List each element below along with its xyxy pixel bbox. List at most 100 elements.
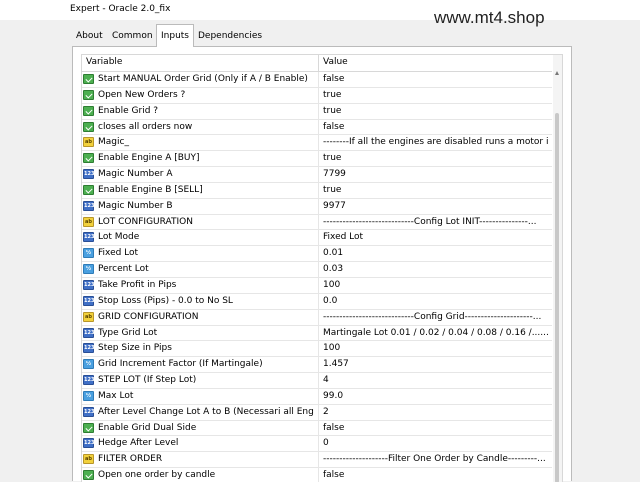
vertical-scrollbar[interactable] bbox=[553, 55, 562, 482]
table-row[interactable]: ab FILTER ORDER --------------------Filter… bbox=[82, 452, 552, 469]
column-header-value[interactable]: Value bbox=[323, 57, 348, 67]
value-cell[interactable]: 7799 bbox=[323, 169, 549, 179]
table-row[interactable]: ½ Fixed Lot 0.01 bbox=[82, 246, 552, 263]
variable-name: Start MANUAL Order Grid (Only if A / B E… bbox=[98, 74, 308, 84]
value-cell[interactable]: ----------------------------Config Lot I… bbox=[323, 217, 549, 227]
table-body: Start MANUAL Order Grid (Only if A / B E… bbox=[82, 72, 552, 482]
variable-name: Enable Engine A [BUY] bbox=[98, 153, 200, 164]
inputs-table: Variable Value Start MANUAL Order Grid (… bbox=[81, 54, 563, 482]
integer-type-icon: 123 bbox=[83, 343, 95, 354]
table-row[interactable]: ½ Percent Lot 0.03 bbox=[82, 262, 552, 278]
table-row[interactable]: ab LOT CONFIGURATION ---------------------… bbox=[82, 214, 552, 231]
value-cell[interactable]: ----------------------------Config Grid-… bbox=[323, 312, 549, 322]
integer-type-icon: 123 bbox=[83, 327, 95, 338]
value-cell[interactable]: 99.0 bbox=[323, 391, 549, 401]
value-cell[interactable]: 0.0 bbox=[323, 296, 549, 306]
value-cell[interactable]: false bbox=[323, 423, 549, 433]
value-cell[interactable]: 100 bbox=[323, 280, 549, 290]
cell-divider bbox=[318, 182, 319, 198]
value-cell[interactable]: false bbox=[323, 122, 549, 132]
table-row[interactable]: Enable Grid ? true bbox=[82, 103, 552, 120]
value-cell[interactable]: 9977 bbox=[323, 201, 549, 211]
value-cell[interactable]: 0 bbox=[323, 438, 549, 448]
tab-inputs[interactable]: Inputs bbox=[156, 24, 194, 47]
table-row[interactable]: Start MANUAL Order Grid (Only if A / B E… bbox=[82, 72, 552, 88]
integer-type-icon: 123 bbox=[83, 438, 95, 449]
value-cell[interactable]: 0.01 bbox=[323, 248, 549, 258]
cell-divider bbox=[318, 357, 319, 373]
value-cell[interactable]: true bbox=[323, 106, 549, 116]
cell-divider bbox=[318, 246, 319, 262]
variable-name: Magic Number A bbox=[98, 169, 173, 180]
table-row[interactable]: 123 Stop Loss (Pips) - 0.0 to No SL 0.0 bbox=[82, 293, 552, 310]
tab-dependencies[interactable]: Dependencies bbox=[194, 26, 266, 46]
cell-divider bbox=[318, 72, 319, 87]
table-row[interactable]: Open New Orders ? true bbox=[82, 87, 552, 104]
cell-divider bbox=[318, 452, 319, 468]
table-row[interactable]: 123 Step Size in Pips 100 bbox=[82, 341, 552, 358]
table-header: Variable Value bbox=[82, 55, 552, 72]
variable-name: After Level Change Lot A to B (Necessari… bbox=[98, 406, 314, 417]
value-cell[interactable]: 100 bbox=[323, 343, 549, 353]
boolean-type-icon bbox=[83, 105, 94, 116]
boolean-type-icon bbox=[83, 470, 94, 481]
table-row[interactable]: ½ Grid Increment Factor (If Martingale) 1.… bbox=[82, 357, 552, 374]
table-row[interactable]: Enable Engine B [SELL] true bbox=[82, 182, 552, 199]
table-row[interactable]: closes all orders now false bbox=[82, 119, 552, 136]
double-type-icon: ½ bbox=[83, 248, 94, 259]
integer-type-icon: 123 bbox=[83, 375, 95, 386]
double-type-icon: ½ bbox=[83, 390, 94, 401]
table-row[interactable]: 123 STEP LOT (If Step Lot) 4 bbox=[82, 373, 552, 389]
value-cell[interactable]: Fixed Lot bbox=[323, 232, 549, 242]
value-cell[interactable]: 0.03 bbox=[323, 264, 549, 274]
value-cell[interactable]: 2 bbox=[323, 407, 549, 417]
tab-common[interactable]: Common bbox=[108, 26, 157, 46]
cell-divider bbox=[318, 119, 319, 135]
boolean-type-icon bbox=[83, 89, 94, 100]
column-header-variable[interactable]: Variable bbox=[86, 57, 122, 67]
table-row[interactable]: 123 After Level Change Lot A to B (Necess… bbox=[82, 404, 552, 421]
value-cell[interactable]: false bbox=[323, 470, 549, 480]
variable-name: Step Size in Pips bbox=[98, 343, 172, 354]
scrollbar-thumb[interactable] bbox=[555, 113, 559, 482]
variable-name: Enable Grid Dual Side bbox=[98, 422, 197, 433]
boolean-type-icon bbox=[83, 184, 94, 195]
double-type-icon: ½ bbox=[83, 264, 94, 275]
scroll-up-arrow-icon[interactable] bbox=[555, 71, 559, 75]
integer-type-icon: 123 bbox=[83, 279, 95, 290]
table-row[interactable]: Enable Grid Dual Side false bbox=[82, 420, 552, 437]
tab-about[interactable]: About bbox=[72, 26, 107, 46]
table-row[interactable]: ab GRID CONFIGURATION --------------------… bbox=[82, 309, 552, 326]
value-cell[interactable]: 4 bbox=[323, 375, 549, 385]
boolean-type-icon bbox=[83, 422, 94, 433]
table-row[interactable]: 123 Lot Mode Fixed Lot bbox=[82, 230, 552, 247]
variable-name: closes all orders now bbox=[98, 121, 193, 132]
cell-divider bbox=[318, 230, 319, 246]
cell-divider bbox=[318, 198, 319, 214]
value-cell[interactable]: true bbox=[323, 185, 549, 195]
table-row[interactable]: 123 Type Grid Lot Martingale Lot 0.01 / 0.… bbox=[82, 325, 552, 342]
table-row[interactable]: ab Magic_ --------If all the engines are d… bbox=[82, 135, 552, 152]
value-cell[interactable]: true bbox=[323, 90, 549, 100]
cell-divider bbox=[318, 420, 319, 436]
variable-name: Type Grid Lot bbox=[98, 327, 158, 338]
table-row[interactable]: 123 Hedge After Level 0 bbox=[82, 436, 552, 453]
table-row[interactable]: 123 Magic Number A 7799 bbox=[82, 167, 552, 183]
value-cell[interactable]: --------If all the engines are disabled … bbox=[323, 137, 549, 147]
value-cell[interactable]: --------------------Filter One Order by … bbox=[323, 454, 549, 464]
table-row[interactable]: 123 Magic Number B 9977 bbox=[82, 198, 552, 215]
cell-divider bbox=[318, 293, 319, 309]
column-divider[interactable] bbox=[318, 55, 319, 71]
variable-name: Grid Increment Factor (If Martingale) bbox=[98, 359, 263, 370]
table-row[interactable]: 123 Take Profit in Pips 100 bbox=[82, 277, 552, 294]
cell-divider bbox=[318, 135, 319, 151]
cell-divider bbox=[318, 151, 319, 167]
table-row[interactable]: Enable Engine A [BUY] true bbox=[82, 151, 552, 168]
value-cell[interactable]: 1.457 bbox=[323, 359, 549, 369]
value-cell[interactable]: Martingale Lot 0.01 / 0.02 / 0.04 / 0.08… bbox=[323, 328, 549, 338]
cell-divider bbox=[318, 87, 319, 103]
variable-name: Open one order by candle bbox=[98, 470, 216, 481]
value-cell[interactable]: false bbox=[323, 74, 549, 84]
table-row[interactable]: ½ Max Lot 99.0 bbox=[82, 388, 552, 405]
value-cell[interactable]: true bbox=[323, 153, 549, 163]
